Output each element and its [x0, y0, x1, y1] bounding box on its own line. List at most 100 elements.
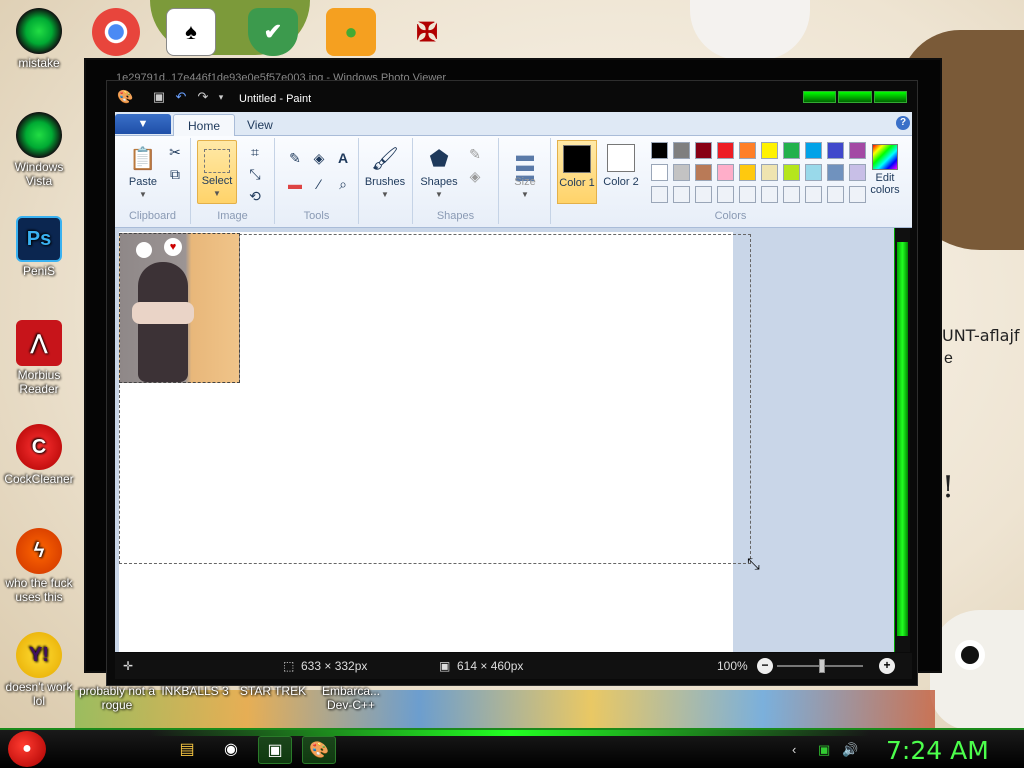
antivirus-shield-icon[interactable]: ✔ [248, 8, 298, 56]
cut-icon[interactable]: ✂ [165, 142, 185, 162]
palette-swatch[interactable] [651, 142, 668, 159]
crop-icon[interactable]: ⌗ [245, 142, 265, 162]
magnifier-icon[interactable]: ⌕ [333, 174, 353, 194]
palette-swatch-empty[interactable] [673, 186, 690, 203]
paint-app-icon[interactable]: 🎨 [117, 89, 133, 105]
desktop-icon-label: doesn't work lol [5, 680, 73, 708]
fill-bucket-icon[interactable]: ◈ [309, 148, 329, 168]
palette-swatch-empty[interactable] [695, 186, 712, 203]
outline-icon[interactable]: ✎ [465, 144, 485, 164]
speech-bubble [136, 242, 152, 258]
selection-size: 633 × 332px [301, 659, 368, 673]
palette-swatch[interactable] [673, 142, 690, 159]
color2-button[interactable]: Color 2 [601, 140, 641, 204]
vertical-scrollbar[interactable] [894, 228, 910, 652]
select-button[interactable]: Select ▼ [197, 140, 237, 204]
palette-swatch[interactable] [739, 164, 756, 181]
help-icon[interactable]: ? [896, 116, 910, 130]
window-controls[interactable] [803, 91, 907, 103]
palette-swatch-empty[interactable] [783, 186, 800, 203]
color-picker-icon[interactable]: ⁄ [309, 174, 329, 194]
desktop-icon-windows-vista[interactable]: Windows Vista [0, 112, 78, 188]
palette-swatch[interactable] [651, 164, 668, 181]
photoshop-icon: Ps [16, 216, 62, 262]
scrollbar-thumb[interactable] [897, 242, 908, 636]
show-hidden-icons-icon[interactable]: ‹ [792, 742, 796, 757]
desktop-icon-dev-cpp[interactable]: Embarca... Dev-C++ [312, 684, 390, 712]
taskbar-clock[interactable]: 7:24 AM [886, 736, 989, 765]
shapes-button[interactable]: ⬟ Shapes ▼ [417, 140, 461, 204]
palette-swatch-empty[interactable] [827, 186, 844, 203]
network-icon[interactable]: ▣ [818, 742, 830, 758]
fill-icon[interactable]: ◈ [465, 166, 485, 186]
eagle-emblem-icon[interactable]: ✠ [402, 8, 452, 56]
eraser-icon[interactable]: ▬ [285, 174, 305, 194]
desktop-icon-star-trek[interactable]: STAR TREK [234, 684, 312, 698]
zoom-slider-thumb[interactable] [819, 659, 825, 673]
palette-swatch[interactable] [717, 142, 734, 159]
chrome-taskbar-icon[interactable]: ◉ [214, 736, 248, 764]
size-button[interactable]: ▬ ▬ ▬ Size ▼ [503, 140, 547, 204]
desktop-icon-inkballs[interactable]: INKBALLS 3 [156, 684, 234, 698]
palette-swatch[interactable] [827, 164, 844, 181]
palette-swatch[interactable] [827, 142, 844, 159]
text-icon[interactable]: A [333, 148, 353, 168]
desktop-icon-yahoo[interactable]: Y! doesn't work lol [0, 632, 78, 708]
palette-swatch[interactable] [783, 164, 800, 181]
palette-swatch-empty[interactable] [739, 186, 756, 203]
desktop-icon-rogue[interactable]: probably not a rogue [78, 684, 156, 712]
paint-taskbar-icon[interactable]: 🎨 [302, 736, 336, 764]
photo-viewer-taskbar-icon[interactable]: ▣ [258, 736, 292, 764]
palette-swatch[interactable] [695, 142, 712, 159]
canvas-workspace[interactable]: ♥ ⤡ [115, 228, 894, 652]
resize-icon[interactable]: ⤡ [245, 164, 265, 184]
desktop-icon-photoshop[interactable]: Ps PeniS [0, 216, 78, 278]
palette-swatch[interactable] [805, 164, 822, 181]
palette-swatch[interactable] [783, 142, 800, 159]
solitaire-icon[interactable]: ♠ [166, 8, 216, 56]
palette-swatch-empty[interactable] [717, 186, 734, 203]
zoom-in-button[interactable]: + [879, 658, 895, 674]
edit-colors-button[interactable]: Edit colors [863, 140, 907, 204]
palette-swatch[interactable] [761, 164, 778, 181]
paste-button[interactable]: 📋 Paste ▼ [121, 140, 165, 204]
desktop-icon-flash[interactable]: ϟ who the fuck uses this [0, 528, 78, 604]
palette-swatch[interactable] [739, 142, 756, 159]
palette-swatch-empty[interactable] [761, 186, 778, 203]
desktop-icon-ccleaner[interactable]: C CockCleaner [0, 424, 78, 486]
file-menu-button[interactable]: ▼ [115, 114, 171, 134]
zoom-out-button[interactable]: − [757, 658, 773, 674]
desktop-icon-pdf-reader[interactable]: ⋀ Morbius Reader [0, 320, 78, 396]
start-button[interactable]: ● [8, 731, 46, 767]
explorer-icon[interactable]: ▤ [170, 736, 204, 764]
palette-swatch[interactable] [695, 164, 712, 181]
desktop-icon-mistake[interactable]: mistake [0, 8, 78, 70]
group-tools: ✎ ◈ A ▬ ⁄ ⌕ Tools [275, 138, 359, 224]
tab-home[interactable]: Home [173, 114, 236, 136]
tab-view[interactable]: View [233, 114, 287, 136]
palette-swatch[interactable] [717, 164, 734, 181]
redo-icon[interactable]: ↷ [195, 89, 211, 105]
pasted-image-selection[interactable]: ♥ [119, 233, 240, 383]
copy-icon[interactable]: ⧉ [165, 164, 185, 184]
maximize-button[interactable] [838, 91, 872, 103]
palette-swatch-empty[interactable] [651, 186, 668, 203]
angry-birds-pig-icon[interactable]: ● [326, 8, 376, 56]
close-button[interactable] [873, 91, 907, 103]
rotate-icon[interactable]: ⟲ [245, 186, 265, 206]
undo-icon[interactable]: ↶ [173, 89, 189, 105]
palette-swatch[interactable] [761, 142, 778, 159]
palette-swatch-empty[interactable] [805, 186, 822, 203]
volume-icon[interactable]: 🔊 [842, 742, 858, 758]
paint-titlebar[interactable]: 🎨 ▣ ↶ ↷ ▾ Untitled - Paint [107, 81, 917, 111]
paint-window[interactable]: 🎨 ▣ ↶ ↷ ▾ Untitled - Paint ▼ Home View ?… [106, 80, 918, 686]
color1-button[interactable]: Color 1 [557, 140, 597, 204]
palette-swatch[interactable] [673, 164, 690, 181]
chrome-icon[interactable] [92, 8, 140, 56]
pencil-icon[interactable]: ✎ [285, 148, 305, 168]
palette-swatch[interactable] [805, 142, 822, 159]
quick-access-dropdown-icon[interactable]: ▾ [213, 89, 229, 105]
brushes-button[interactable]: 🖌 Brushes ▼ [363, 140, 407, 204]
save-icon[interactable]: ▣ [151, 89, 167, 105]
minimize-button[interactable] [803, 91, 837, 103]
